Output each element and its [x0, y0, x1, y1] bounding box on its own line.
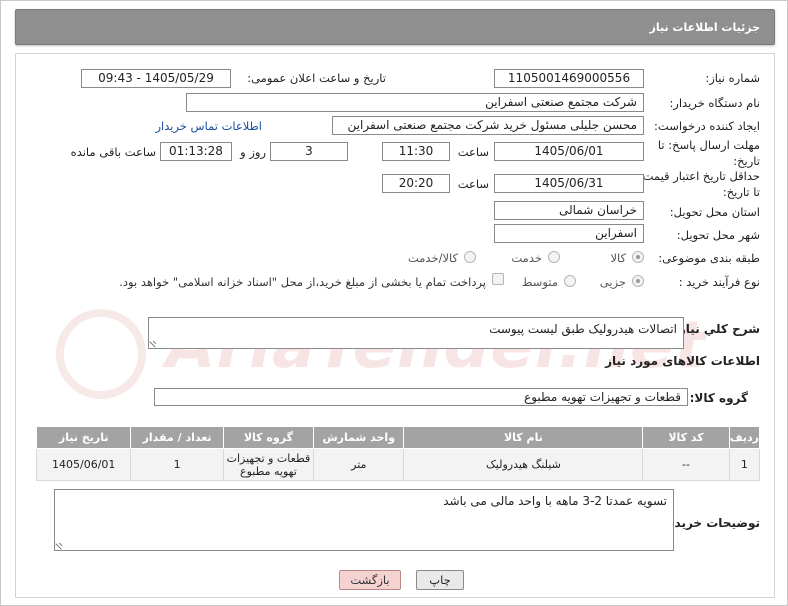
col-header-goods-group: گروه کالا	[222, 426, 315, 449]
items-table: ردیف کد کالا نام کالا واحد شمارش گروه کا…	[35, 426, 761, 481]
cell-item-code: --	[642, 448, 730, 481]
validity-date-field: 1405/06/31	[494, 174, 644, 193]
treasury-payment-checkbox[interactable]	[492, 273, 504, 285]
province-field: خراسان شمالی	[494, 201, 644, 220]
creator-field: محسن جلیلی مسئول خرید شرکت مجتمع صنعتی ا…	[332, 116, 644, 135]
deadline-time-label: ساعت	[457, 145, 489, 159]
category-label: طبقه بندی موضوعی:	[658, 251, 760, 265]
description-textarea: اتصالات هیدرولیک طبق لیست پیوست	[148, 317, 684, 349]
creator-label: ایجاد کننده درخواست:	[654, 119, 760, 133]
col-header-item-name: نام کالا	[403, 426, 644, 449]
process-radio-medium[interactable]	[564, 275, 576, 287]
city-label: شهر محل تحویل:	[676, 228, 760, 242]
cell-item-name: شیلنگ هیدرولیک	[403, 448, 644, 481]
deadline-date-field: 1405/06/01	[494, 142, 644, 161]
need-number-field: 1105001469000556	[494, 69, 644, 88]
process-type-label: نوع فرآیند خرید :	[678, 275, 760, 289]
category-radio-goods[interactable]	[632, 251, 644, 263]
back-button[interactable]: بازگشت	[339, 570, 401, 590]
cell-unit: متر	[313, 448, 405, 481]
goods-group-label: گروه کالا:	[689, 391, 748, 405]
validity-time-label: ساعت	[457, 177, 489, 191]
cell-goods-group: قطعات و تجهیزات تهویه مطبوع	[222, 448, 315, 481]
deadline-label-line1: مهلت ارسال پاسخ: تا	[657, 138, 760, 152]
remaining-time-label: ساعت باقی مانده	[70, 145, 156, 159]
process-radio-minor[interactable]	[632, 275, 644, 287]
page-title: جزئیات اطلاعات نیاز	[649, 21, 761, 34]
announce-date-field: 1405/05/29 - 09:43	[81, 69, 231, 88]
description-text: اتصالات هیدرولیک طبق لیست پیوست	[489, 322, 677, 336]
col-header-need-date: تاریخ نیاز	[35, 426, 132, 449]
buyer-notes-textarea: تسویه عمدتا 2-3 ماهه با واحد مالی می باش…	[54, 489, 674, 551]
details-panel: AriaTender.net شماره نیاز: 1105001469000…	[15, 53, 775, 598]
remaining-time-field: 01:13:28	[160, 142, 232, 161]
validity-label-line1: حداقل تاریخ اعتبار قیمت:	[638, 169, 760, 183]
items-table-header-row: ردیف کد کالا نام کالا واحد شمارش گروه کا…	[35, 426, 761, 449]
deadline-time-field: 11:30	[382, 142, 450, 161]
description-label: شرح کلي نياز:	[674, 322, 760, 336]
buyer-org-label: نام دستگاه خریدار:	[669, 96, 760, 110]
cell-row-number: 1	[728, 448, 761, 481]
announce-date-label: تاریخ و ساعت اعلان عمومی:	[247, 71, 386, 85]
col-header-item-code: کد کالا	[642, 426, 730, 449]
cell-quantity: 1	[130, 448, 224, 481]
city-field: اسفراین	[494, 224, 644, 243]
need-number-label: شماره نیاز:	[705, 71, 760, 85]
remaining-days-field: 3	[270, 142, 348, 161]
col-header-unit: واحد شمارش	[313, 426, 405, 449]
province-label: استان محل تحویل:	[669, 205, 760, 219]
process-option-medium: متوسط	[521, 275, 558, 289]
cell-need-date: 1405/06/01	[35, 448, 132, 481]
category-option-service: خدمت	[511, 251, 542, 265]
treasury-payment-note: پرداخت تمام یا بخشی از مبلغ خرید،از محل …	[119, 275, 486, 289]
category-option-goods: کالا	[610, 251, 626, 265]
buyer-notes-text: تسویه عمدتا 2-3 ماهه با واحد مالی می باش…	[443, 494, 667, 508]
col-header-row-number: ردیف	[728, 426, 761, 449]
resize-grip-icon[interactable]	[55, 538, 67, 550]
resize-grip-icon[interactable]	[149, 336, 161, 348]
print-button[interactable]: چاپ	[416, 570, 464, 590]
deadline-label-line2: تاریخ:	[733, 154, 760, 168]
validity-time-field: 20:20	[382, 174, 450, 193]
validity-label-line2: تا تاریخ:	[722, 185, 760, 199]
days-label: روز و	[240, 145, 266, 159]
process-option-minor: جزیی	[599, 275, 626, 289]
goods-group-field: قطعات و تجهیزات تهویه مطبوع	[154, 388, 688, 406]
buyer-contact-link[interactable]: اطلاعات تماس خریدار	[155, 119, 262, 133]
page-header: جزئیات اطلاعات نیاز	[15, 9, 775, 45]
category-radio-goods-service[interactable]	[464, 251, 476, 263]
items-section-title: اطلاعات کالاهای مورد نیاز	[605, 354, 760, 368]
table-row: 1 -- شیلنگ هیدرولیک متر قطعات و تجهیزات …	[35, 448, 761, 481]
category-option-goods-service: کالا/خدمت	[407, 251, 458, 265]
buyer-org-field: شرکت مجتمع صنعتی اسفراین	[186, 93, 644, 112]
col-header-quantity: تعداد / مقدار	[130, 426, 224, 449]
page-frame: جزئیات اطلاعات نیاز AriaTender.net شماره…	[0, 0, 788, 606]
watermark-seal-icon	[56, 309, 146, 399]
category-radio-service[interactable]	[548, 251, 560, 263]
